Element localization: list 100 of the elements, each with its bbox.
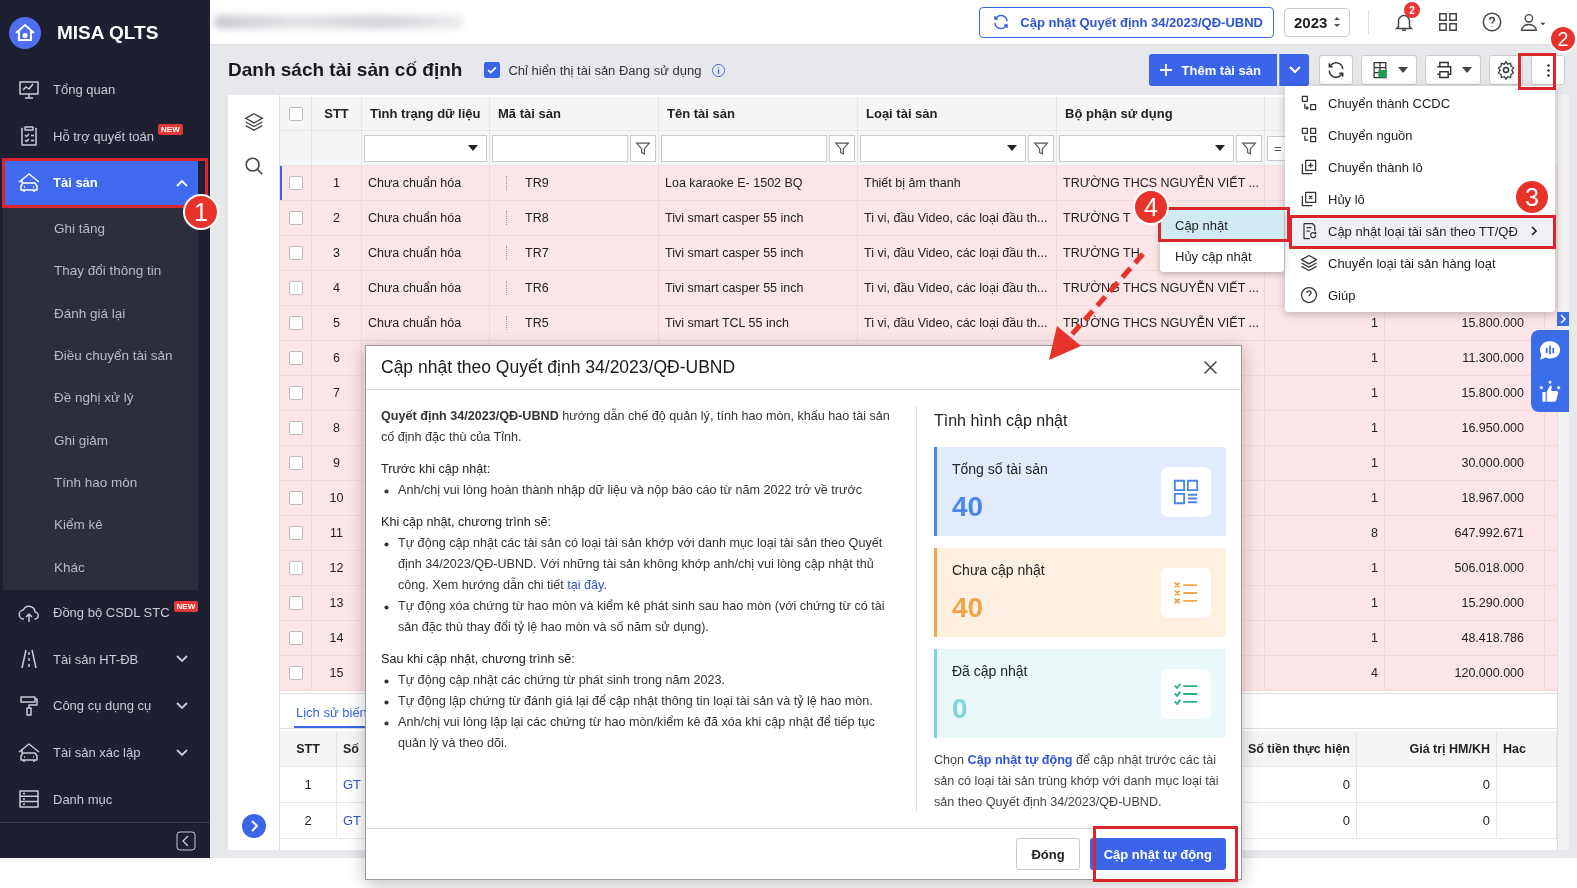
table-cell: 1 bbox=[1371, 631, 1378, 645]
document-link[interactable]: GT bbox=[343, 777, 362, 792]
add-dropdown-button[interactable] bbox=[1279, 54, 1309, 86]
filter-field[interactable] bbox=[860, 134, 1026, 162]
filter-field[interactable] bbox=[492, 134, 628, 162]
nav-subitem[interactable]: Ghi giảm bbox=[54, 432, 109, 448]
settings-icon bbox=[1496, 60, 1516, 80]
year-spinner[interactable]: 2023 bbox=[1284, 7, 1350, 37]
table-cell: Tivi smart casper 55 inch bbox=[665, 211, 804, 225]
document-link[interactable]: GT bbox=[343, 813, 362, 828]
bullet-icon bbox=[384, 721, 389, 726]
close-button[interactable]: Đóng bbox=[1016, 838, 1080, 870]
bullet-text: Tự động lập chứng từ đánh giá lại để cập nhật thông tin loại tài sản và tỷ lệ hao mòn. bbox=[398, 693, 873, 710]
bullet-icon bbox=[384, 700, 389, 705]
link[interactable]: Cập nhật tự động bbox=[967, 753, 1073, 767]
row-checkbox[interactable] bbox=[288, 666, 303, 680]
select-all-checkbox[interactable] bbox=[288, 106, 303, 121]
auto-update-button[interactable]: Cập nhật tự động bbox=[1089, 838, 1226, 870]
stat-label: Tổng số tài sản bbox=[952, 460, 1049, 477]
row-checkbox[interactable] bbox=[288, 561, 303, 575]
nav-subitem[interactable]: Đánh giá lại bbox=[54, 305, 126, 321]
note-text: Chọn Cập nhật tự động để cập nhật trước các tài sản có loại tài sản trùng khớp với danh mục loại tài sản theo Quyết định 34/2023/QĐ-UBND. bbox=[934, 752, 1220, 811]
refresh-button[interactable] bbox=[1319, 55, 1353, 85]
settings-button[interactable] bbox=[1489, 55, 1523, 85]
row-checkbox[interactable] bbox=[288, 421, 303, 435]
convert-icon bbox=[1299, 93, 1319, 113]
table-cell: 0 bbox=[1342, 813, 1350, 828]
user-icon[interactable] bbox=[1519, 12, 1547, 32]
caret-icon bbox=[1215, 145, 1225, 151]
nav-subitem[interactable]: Thay đổi thông tin bbox=[54, 263, 162, 279]
table-cell: 15.800.000 bbox=[1461, 386, 1524, 400]
stat-label: Chưa cập nhật bbox=[952, 561, 1046, 578]
excel-button[interactable] bbox=[1361, 55, 1417, 85]
table-cell: TRƯỜNG THCS NGUYỄN VIẾT ... bbox=[1063, 316, 1259, 330]
collapse-icon[interactable] bbox=[176, 830, 196, 851]
row-checkbox[interactable] bbox=[288, 596, 303, 610]
filter-icon[interactable] bbox=[1028, 134, 1054, 162]
table-cell: Tivi smart casper 55 inch bbox=[665, 246, 804, 260]
filter-icon[interactable] bbox=[1236, 134, 1262, 162]
apps-grid-icon[interactable] bbox=[1437, 11, 1459, 33]
help-icon[interactable] bbox=[1481, 11, 1503, 33]
nav-item[interactable]: Đồng bộ CSDL STC NEW bbox=[3, 589, 198, 637]
print-button[interactable] bbox=[1425, 55, 1481, 85]
filter-checkbox[interactable] bbox=[484, 62, 501, 78]
table-cell: 2 bbox=[333, 211, 340, 225]
nav-item[interactable]: Hỗ trợ quyết toán NEW bbox=[3, 112, 198, 160]
table-cell: 16.950.000 bbox=[1461, 421, 1524, 435]
bullet-text: Tự động cập nhật các tài sản có loại tài sản khớp với danh mục loại tài sản theo Quyết định 34/2023/QĐ-UBND. Với những tài sản không khớp anh/chị vui lòng cập nhật thủ công. Xem hướng dẫn chi tiết tại đây. bbox=[398, 535, 884, 594]
table-cell: TR9 bbox=[506, 176, 549, 190]
menu-item[interactable]: Hủy cập nhật bbox=[1160, 241, 1284, 272]
update-button[interactable]: Cập nhật Quyết định 34/2023/QĐ-UBND bbox=[979, 6, 1274, 38]
search-icon[interactable] bbox=[242, 155, 265, 177]
table-cell: Chưa chuẩn hóa bbox=[368, 316, 462, 330]
nav-item[interactable]: Tài sản HT-ĐB bbox=[3, 636, 198, 683]
nav-subitem[interactable]: Điều chuyển tài sản bbox=[54, 347, 173, 363]
nav-item[interactable]: Tổng quan bbox=[3, 66, 198, 113]
filter-field[interactable] bbox=[661, 134, 827, 162]
filter-icon[interactable] bbox=[630, 134, 656, 162]
row-checkbox[interactable] bbox=[288, 526, 303, 540]
cancel-layers-icon bbox=[1299, 189, 1319, 209]
row-checkbox[interactable] bbox=[288, 491, 303, 505]
table-cell: Ti vi, đầu Video, các loại đầu th... bbox=[864, 211, 1048, 225]
caret-icon bbox=[1462, 67, 1472, 73]
table-cell: Tivi smart TCL 55 inch bbox=[665, 316, 789, 330]
row-checkbox[interactable] bbox=[288, 631, 303, 645]
row-checkbox[interactable] bbox=[288, 456, 303, 470]
table-cell: 15 bbox=[329, 666, 344, 680]
chevron-right-icon[interactable] bbox=[1557, 312, 1569, 326]
nav-subitem[interactable]: Ghi tăng bbox=[54, 220, 106, 236]
nav-item[interactable]: Tài sản xác lập bbox=[3, 729, 198, 776]
thumbs-up-icon[interactable] bbox=[1537, 378, 1563, 405]
checkbox-label: Chỉ hiển thị tài sản Đang sử dụng bbox=[508, 62, 702, 78]
row-checkbox[interactable] bbox=[288, 246, 303, 260]
row-checkbox[interactable] bbox=[288, 176, 303, 190]
refresh-icon bbox=[1326, 60, 1346, 80]
filter-field[interactable] bbox=[1059, 134, 1234, 162]
nav-item[interactable]: Danh mục bbox=[3, 775, 198, 823]
row-checkbox[interactable] bbox=[288, 316, 303, 330]
row-checkbox[interactable] bbox=[288, 281, 303, 295]
expand-icon[interactable] bbox=[241, 814, 266, 838]
nav-subitem[interactable]: Kiểm kê bbox=[54, 517, 103, 533]
table-cell: Loa karaoke E- 1502 BQ bbox=[665, 176, 803, 190]
stat-label: Đã cập nhật bbox=[952, 662, 1029, 679]
stat-value: 0 bbox=[952, 692, 969, 725]
row-checkbox[interactable] bbox=[288, 351, 303, 365]
nav-item[interactable]: Công cụ dụng cụ bbox=[3, 682, 198, 730]
filter-icon[interactable] bbox=[829, 134, 855, 162]
section-heading: Khi cập nhật, chương trình sẽ: bbox=[381, 514, 552, 531]
menu-item[interactable]: Cập nhật bbox=[1160, 210, 1284, 241]
add-asset-button[interactable]: Thêm tài sản bbox=[1148, 54, 1277, 86]
menu-item[interactable]: Chuyển thành CCDC bbox=[1285, 87, 1465, 119]
nav-subitem[interactable]: Tính hao mòn bbox=[54, 475, 138, 491]
layers-icon[interactable] bbox=[242, 111, 265, 133]
table-cell: 15.290.000 bbox=[1461, 596, 1524, 610]
close-icon[interactable] bbox=[1202, 359, 1219, 376]
nav-subitem[interactable]: Đề nghị xử lý bbox=[54, 390, 134, 406]
row-checkbox[interactable] bbox=[288, 386, 303, 400]
nav-subitem[interactable]: Khác bbox=[54, 559, 85, 575]
row-checkbox[interactable] bbox=[288, 211, 303, 225]
table-row[interactable]: 5 Chưa chuẩn hóa TR5 Tivi smart TCL 55 inch Ti vi, đầu Video, các loại đầu th... TRƯỜNG THCS NGUYỄN VIẾT ... 1 15.800.000 bbox=[280, 306, 1557, 341]
